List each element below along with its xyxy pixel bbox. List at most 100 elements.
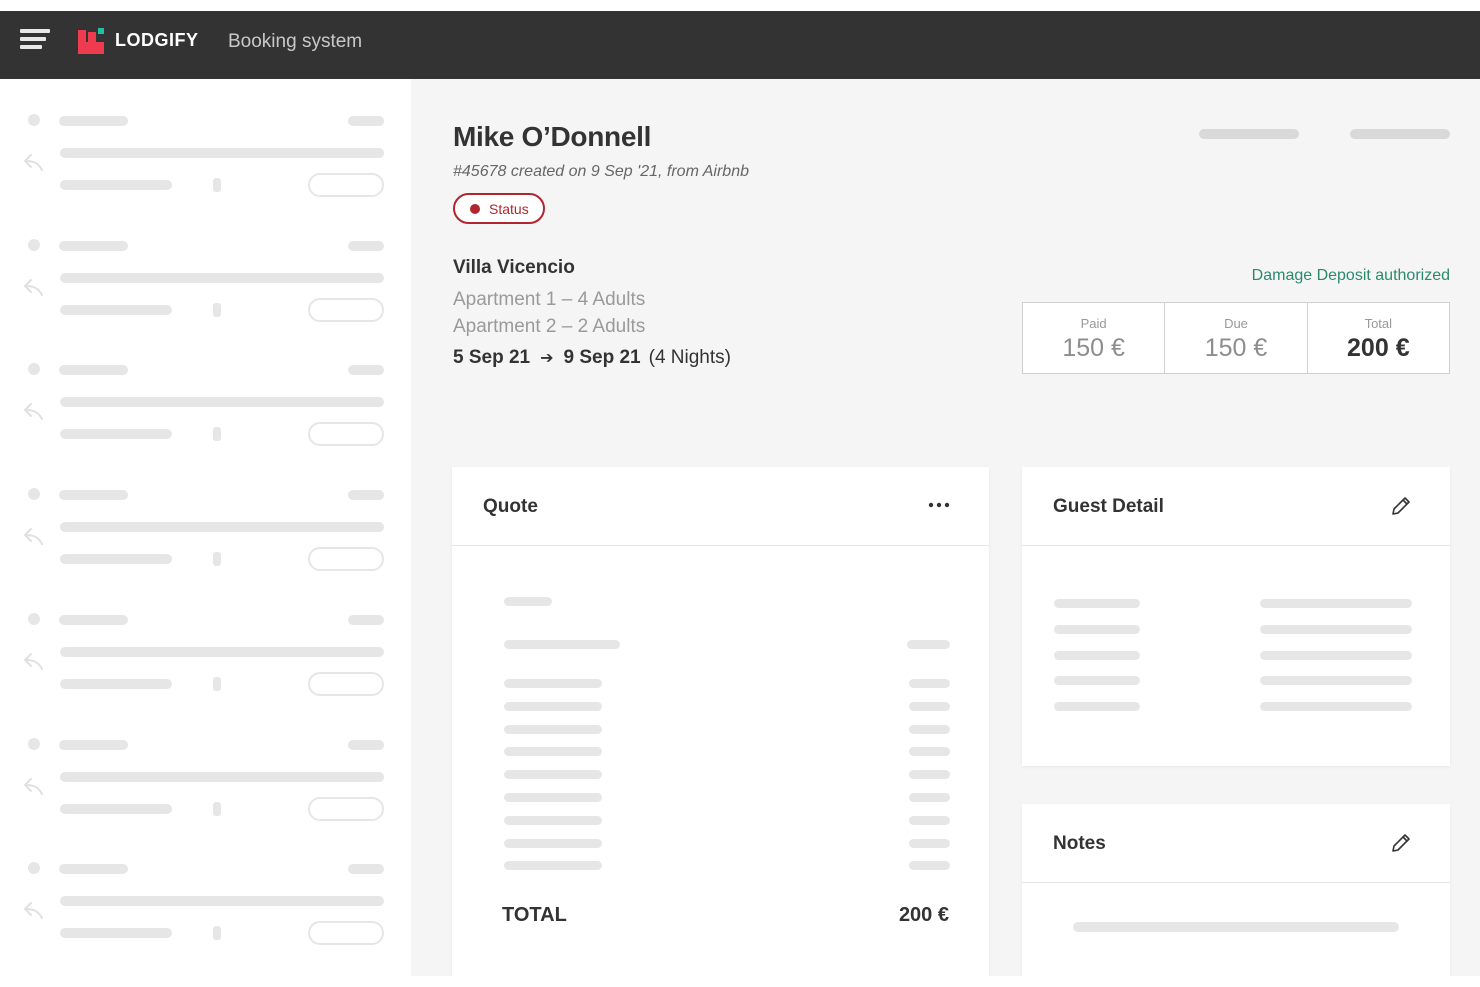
placeholder-button[interactable] bbox=[308, 796, 384, 821]
placeholder-button[interactable] bbox=[308, 297, 384, 322]
placeholder-line bbox=[1054, 624, 1140, 634]
placeholder-action[interactable] bbox=[1350, 129, 1450, 139]
list-item[interactable] bbox=[0, 363, 411, 473]
placeholder-button[interactable] bbox=[308, 422, 384, 447]
placeholder-line bbox=[907, 640, 950, 649]
placeholder-line bbox=[909, 793, 950, 802]
quote-card-header: Quote bbox=[452, 467, 989, 546]
total-label: Total bbox=[1364, 316, 1393, 331]
placeholder-line bbox=[909, 861, 950, 871]
list-item[interactable] bbox=[0, 612, 411, 723]
due-label: Due bbox=[1224, 316, 1248, 331]
placeholder-line bbox=[1260, 650, 1412, 660]
placeholder-line bbox=[1054, 599, 1140, 608]
placeholder-line bbox=[59, 739, 128, 750]
paid-label: Paid bbox=[1080, 316, 1107, 331]
placeholder-line bbox=[348, 365, 384, 376]
placeholder-line bbox=[1054, 702, 1140, 712]
hamburger-icon[interactable] bbox=[20, 29, 50, 55]
note-placeholder-line bbox=[1073, 922, 1399, 932]
placeholder-mark bbox=[213, 801, 221, 816]
placeholder-line bbox=[504, 640, 620, 649]
placeholder-line bbox=[59, 240, 128, 251]
placeholder-line bbox=[60, 148, 384, 158]
list-item[interactable] bbox=[0, 862, 411, 972]
placeholder-dot bbox=[28, 363, 40, 376]
arrow-right-icon: ➔ bbox=[540, 350, 554, 367]
reply-icon bbox=[24, 652, 43, 670]
placeholder-mark bbox=[213, 302, 221, 317]
placeholder-line bbox=[60, 554, 172, 565]
placeholder-line bbox=[59, 614, 128, 625]
placeholder-mark bbox=[213, 427, 221, 442]
placeholder-line bbox=[60, 803, 172, 814]
placeholder-action[interactable] bbox=[1199, 129, 1299, 139]
placeholder-dot bbox=[28, 862, 40, 875]
check-in-date: 5 Sep 21 bbox=[453, 347, 531, 368]
guest-detail-header: Guest Detail bbox=[1022, 467, 1450, 546]
notes-card: Notes bbox=[1022, 804, 1450, 976]
placeholder-line bbox=[348, 614, 384, 625]
placeholder-line bbox=[1260, 702, 1412, 712]
pencil-icon[interactable] bbox=[1389, 494, 1413, 518]
placeholder-line bbox=[1260, 676, 1412, 686]
bottom-edge bbox=[0, 976, 1480, 987]
stay-dates: 5 Sep 21 ➔ 9 Sep 21 (4 Nights) bbox=[453, 347, 731, 369]
lodgify-logo[interactable] bbox=[78, 28, 104, 54]
guest-detail-title: Guest Detail bbox=[1053, 496, 1164, 517]
status-dot-icon bbox=[470, 204, 480, 214]
placeholder-line bbox=[60, 646, 384, 657]
placeholder-line bbox=[909, 770, 950, 780]
guest-detail-card: Guest Detail bbox=[1022, 467, 1450, 766]
placeholder-line bbox=[59, 490, 128, 501]
placeholder-line bbox=[60, 272, 384, 283]
placeholder-line bbox=[909, 679, 950, 688]
placeholder-line bbox=[59, 864, 128, 875]
placeholder-line bbox=[59, 365, 128, 376]
placeholder-dot bbox=[28, 238, 40, 251]
apartment-item: Apartment 1 – 4 Adults bbox=[453, 289, 646, 310]
placeholder-line bbox=[60, 304, 172, 315]
placeholder-line bbox=[60, 896, 384, 907]
placeholder-line bbox=[60, 928, 172, 939]
placeholder-mark bbox=[213, 926, 221, 941]
placeholder-line bbox=[348, 864, 384, 875]
placeholder-line bbox=[504, 838, 602, 848]
list-item[interactable] bbox=[0, 238, 411, 349]
status-label: Status bbox=[489, 201, 529, 217]
deposit-status: Damage Deposit authorized bbox=[1251, 267, 1450, 284]
total-value: 200 € bbox=[1347, 334, 1410, 362]
list-item[interactable] bbox=[0, 737, 411, 848]
pencil-icon[interactable] bbox=[1389, 831, 1413, 855]
reply-icon bbox=[24, 528, 43, 546]
list-item[interactable] bbox=[0, 488, 411, 598]
booking-list-sidebar bbox=[0, 79, 411, 976]
placeholder-mark bbox=[213, 552, 221, 567]
quote-title: Quote bbox=[483, 496, 538, 517]
placeholder-line bbox=[504, 770, 602, 780]
placeholder-line bbox=[504, 747, 602, 757]
placeholder-button[interactable] bbox=[308, 547, 384, 572]
more-horizontal-icon[interactable] bbox=[928, 501, 950, 509]
placeholder-line bbox=[1260, 624, 1412, 634]
check-out-date: 9 Sep 21 bbox=[563, 347, 641, 368]
placeholder-mark bbox=[213, 178, 221, 192]
placeholder-line bbox=[909, 724, 950, 734]
placeholder-line bbox=[60, 180, 172, 190]
placeholder-dot bbox=[28, 114, 40, 126]
placeholder-line bbox=[909, 701, 950, 711]
list-item[interactable] bbox=[0, 114, 411, 224]
placeholder-button[interactable] bbox=[308, 173, 384, 197]
quote-total-value: 200 € bbox=[898, 904, 949, 926]
placeholder-button[interactable] bbox=[308, 921, 384, 946]
placeholder-line bbox=[909, 747, 950, 757]
paid-value: 150 € bbox=[1062, 334, 1125, 362]
status-badge[interactable]: Status bbox=[453, 193, 545, 224]
notes-title: Notes bbox=[1053, 833, 1106, 854]
placeholder-line bbox=[60, 771, 384, 782]
due-value: 150 € bbox=[1204, 334, 1268, 362]
placeholder-line bbox=[1260, 599, 1412, 608]
top-bar: LODGIFY Booking system bbox=[0, 11, 1480, 79]
notes-header: Notes bbox=[1022, 804, 1450, 883]
placeholder-button[interactable] bbox=[308, 671, 384, 696]
